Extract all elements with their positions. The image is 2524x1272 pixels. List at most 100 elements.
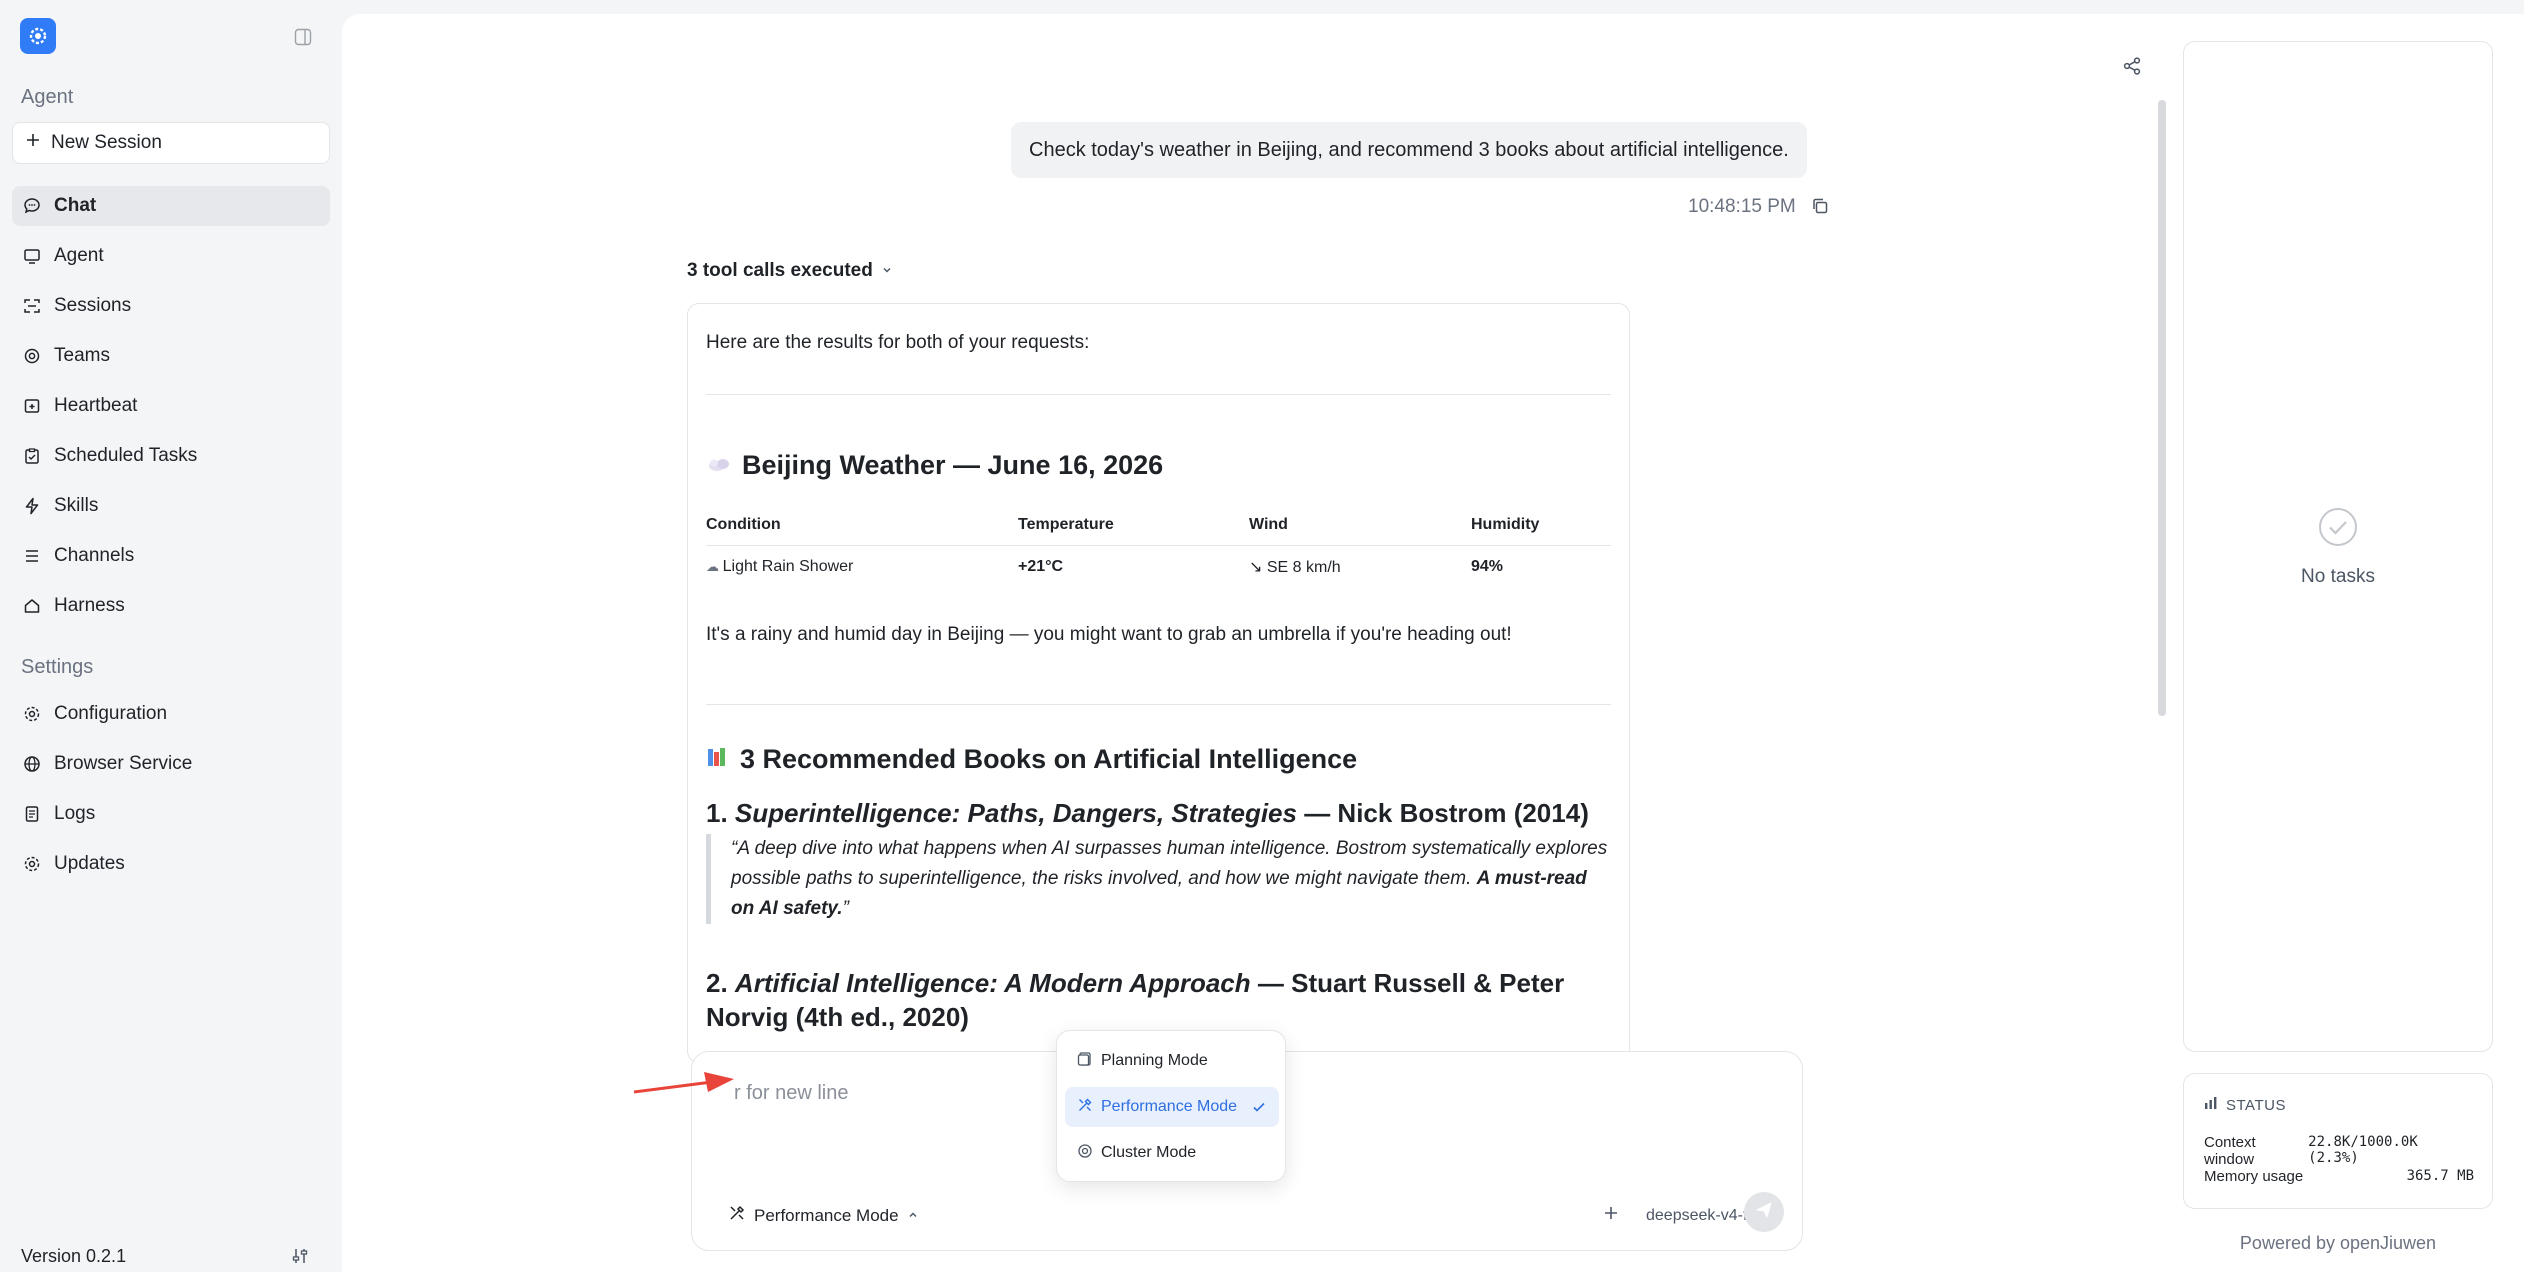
sidebar: Agent New Session Chat Agent Sessions Te…: [0, 0, 342, 1272]
clipboard-check-icon: [22, 446, 42, 466]
table-header-row: Condition Temperature Wind Humidity: [706, 504, 1611, 546]
checkmark-icon: [1251, 1099, 1267, 1120]
menu-item-planning-mode[interactable]: Planning Mode: [1065, 1041, 1279, 1081]
copy-icon[interactable]: [1810, 196, 1830, 221]
sidebar-item-label: Configuration: [54, 703, 168, 724]
rain-cloud-icon: ☁: [706, 559, 723, 574]
no-tasks-label: No tasks: [2301, 566, 2375, 587]
memory-usage-label: Memory usage: [2204, 1168, 2304, 1185]
menu-item-performance-mode[interactable]: Performance Mode: [1065, 1087, 1279, 1127]
cluster-icon: [1077, 1143, 1093, 1164]
sidebar-item-chat[interactable]: Chat: [12, 186, 330, 226]
home-icon: [22, 596, 42, 616]
sidebar-item-sessions[interactable]: Sessions: [12, 286, 330, 326]
sidebar-item-skills[interactable]: Skills: [12, 486, 330, 526]
sidebar-item-heartbeat[interactable]: Heartbeat: [12, 386, 330, 426]
table-header-cell: Humidity: [1471, 515, 1540, 533]
new-session-label: New Session: [51, 132, 162, 153]
sidebar-item-label: Skills: [54, 495, 99, 516]
chevron-up-icon: [907, 1206, 919, 1226]
send-button[interactable]: [1744, 1192, 1784, 1232]
book-1-quote: “A deep dive into what happens when AI s…: [706, 834, 1611, 924]
table-cell: ☁ Light Rain Shower: [706, 558, 1018, 576]
tool-calls-toggle[interactable]: 3 tool calls executed: [687, 260, 893, 282]
sidebar-item-label: Sessions: [54, 295, 132, 316]
memory-usage-value: 365.7 MB: [2406, 1168, 2474, 1184]
book-2-number: 2.: [706, 968, 728, 998]
book-1-number: 1.: [706, 798, 728, 828]
monitor-icon: [22, 246, 42, 266]
sidebar-item-label: Teams: [54, 345, 110, 366]
plus-icon: [25, 132, 41, 154]
powered-by-footer: Powered by openJiuwen: [2239, 1233, 2437, 1253]
book-2-title: Artificial Intelligence: A Modern Approa…: [734, 968, 1251, 998]
sidebar-item-scheduled-tasks[interactable]: Scheduled Tasks: [12, 436, 330, 476]
message-input[interactable]: r for new line: [734, 1082, 849, 1105]
attach-plus-icon[interactable]: [1602, 1204, 1620, 1227]
sidebar-item-label: Scheduled Tasks: [54, 445, 198, 466]
cloud-icon: [706, 450, 732, 481]
weather-table: Condition Temperature Wind Humidity ☁ Li…: [706, 504, 1611, 588]
collapse-sidebar-icon[interactable]: [292, 26, 314, 48]
books-title: 3 Recommended Books on Artificial Intell…: [740, 744, 1358, 774]
document-icon: [22, 804, 42, 824]
sidebar-item-logs[interactable]: Logs: [12, 794, 330, 834]
sidebar-item-label: Logs: [54, 803, 96, 824]
menu-item-label: Planning Mode: [1101, 1052, 1208, 1069]
book-1-author: — Nick Bostrom (2014): [1296, 798, 1589, 828]
sidebar-item-label: Chat: [54, 195, 97, 216]
sidebar-item-updates[interactable]: Updates: [12, 844, 330, 884]
list-icon: [22, 546, 42, 566]
table-cell: ↘ SE 8 km/h: [1249, 559, 1341, 576]
table-row: ☁ Light Rain Shower +21°C ↘ SE 8 km/h 94…: [706, 546, 1611, 588]
chevron-down-icon: [881, 260, 893, 282]
user-message-bubble: Check today's weather in Beijing, and re…: [1011, 122, 1807, 178]
tasks-panel: No tasks: [2183, 41, 2493, 1052]
weather-title: Beijing Weather — June 16, 2026: [742, 450, 1164, 480]
app-logo-icon[interactable]: [20, 18, 56, 54]
tools-icon: [728, 1204, 746, 1227]
sidebar-item-browser-service[interactable]: Browser Service: [12, 744, 330, 784]
book-2-heading: 2. Artificial Intelligence: A Modern App…: [706, 966, 1611, 1034]
message-timestamp: 10:48:15 PM: [1688, 196, 1796, 217]
lightning-icon: [22, 496, 42, 516]
status-title-text: STATUS: [2226, 1096, 2286, 1114]
section-label-settings: Settings: [21, 656, 94, 678]
new-session-button[interactable]: New Session: [12, 122, 330, 164]
sidebar-item-label: Heartbeat: [54, 395, 138, 416]
section-label-agent: Agent: [21, 86, 74, 108]
sidebar-item-teams[interactable]: Teams: [12, 336, 330, 376]
check-circle-icon: [2318, 507, 2358, 552]
status-title: STATUS: [2204, 1096, 2286, 1114]
book-1-quote-end: ”: [842, 898, 849, 919]
table-header-cell: Condition: [706, 515, 781, 533]
table-header-cell: Wind: [1249, 515, 1288, 533]
planning-icon: [1077, 1051, 1093, 1072]
share-icon[interactable]: [2122, 56, 2142, 81]
tool-calls-label: 3 tool calls executed: [687, 260, 873, 281]
at-sign-icon: [22, 346, 42, 366]
menu-item-label: Performance Mode: [1101, 1098, 1238, 1115]
sidebar-item-label: Updates: [54, 853, 125, 874]
books-heading: 3 Recommended Books on Artificial Intell…: [706, 744, 1357, 775]
sidebar-item-configuration[interactable]: Configuration: [12, 694, 330, 734]
send-icon: [1754, 1200, 1774, 1225]
context-window-label: Context window: [2204, 1134, 2256, 1168]
sidebar-item-channels[interactable]: Channels: [12, 536, 330, 576]
sidebar-item-harness[interactable]: Harness: [12, 586, 330, 626]
gear-icon: [22, 854, 42, 874]
table-header-cell: Temperature: [1018, 515, 1114, 533]
mode-label: Performance Mode: [754, 1205, 899, 1225]
bar-chart-icon: [2204, 1096, 2218, 1114]
sliders-icon[interactable]: [290, 1246, 310, 1271]
chat-scrollbar[interactable]: [2158, 100, 2166, 716]
sessions-icon: [22, 296, 42, 316]
menu-item-cluster-mode[interactable]: Cluster Mode: [1065, 1133, 1279, 1173]
chat-bubble-icon: [22, 196, 42, 216]
sidebar-item-agent[interactable]: Agent: [12, 236, 330, 276]
book-1-title: Superintelligence: Paths, Dangers, Strat…: [734, 798, 1297, 828]
answer-intro: Here are the results for both of your re…: [706, 332, 1090, 353]
sidebar-item-label: Harness: [54, 595, 125, 616]
mode-selector-button[interactable]: Performance Mode: [728, 1204, 919, 1227]
user-message-text: Check today's weather in Beijing, and re…: [1029, 138, 1789, 161]
